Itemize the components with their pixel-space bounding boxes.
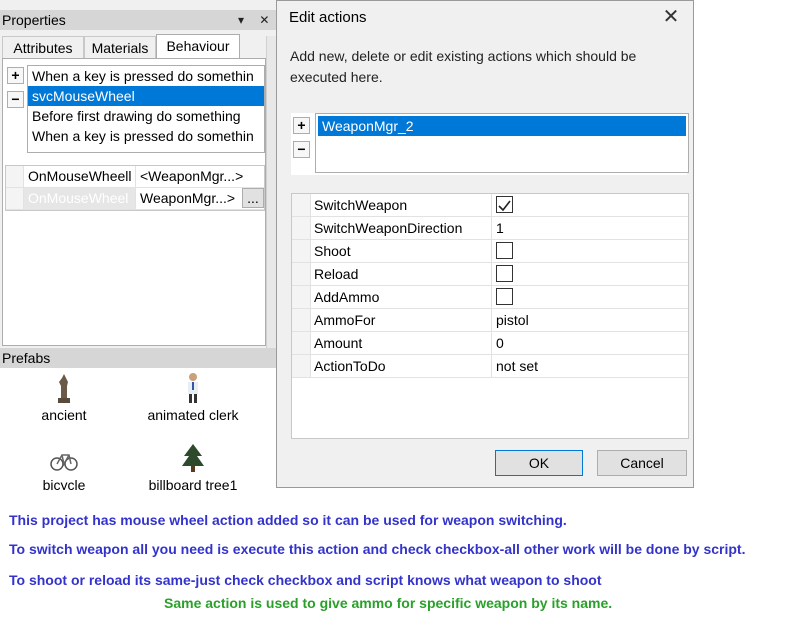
param-value-cell (492, 194, 688, 216)
tree-icon (182, 444, 204, 472)
properties-title: Properties (2, 12, 66, 28)
close-icon[interactable]: ✕ (659, 5, 683, 29)
tab-behaviour[interactable]: Behaviour (156, 34, 240, 58)
event-name: OnMouseWheel (24, 188, 136, 209)
param-value[interactable]: pistol (492, 309, 688, 331)
tab-attributes[interactable]: Attributes (2, 36, 84, 58)
param-checkbox[interactable] (496, 288, 513, 305)
remove-action-button[interactable]: − (293, 141, 310, 158)
ok-button[interactable]: OK (495, 450, 583, 476)
event-value[interactable]: <WeaponMgr...> (136, 166, 264, 187)
properties-panel: Properties ▾ ✕ Attributes Materials Beha… (0, 0, 276, 490)
param-name: Reload (310, 263, 492, 285)
prefab-item[interactable]: billboard tree1 (138, 442, 248, 490)
annotation-text: This project has mouse wheel action adde… (9, 512, 567, 528)
param-checkbox[interactable] (496, 265, 513, 282)
list-item[interactable]: When a key is pressed do somethin (28, 126, 264, 146)
param-name: SwitchWeaponDirection (310, 217, 492, 239)
table-row[interactable]: Reload (292, 263, 688, 286)
prefabs-list: ancient animated clerk bicycle billboard… (0, 368, 276, 490)
param-name: ActionToDo (310, 355, 492, 377)
param-value[interactable]: 0 (492, 332, 688, 354)
event-value[interactable]: WeaponMgr...> (136, 188, 242, 209)
table-row[interactable]: ActionToDo not set (292, 355, 688, 378)
add-behaviour-button[interactable]: + (7, 67, 24, 84)
table-row[interactable]: AmmoFor pistol (292, 309, 688, 332)
table-row[interactable]: SwitchWeaponDirection 1 (292, 217, 688, 240)
panel-header-buttons[interactable]: ▾ ✕ (238, 10, 275, 30)
annotation-text: To switch weapon all you need is execute… (9, 541, 746, 557)
remove-behaviour-button[interactable]: − (7, 91, 24, 108)
param-value[interactable]: not set (492, 355, 688, 377)
browse-button[interactable]: ... (242, 188, 264, 208)
row-header (6, 188, 24, 209)
action-params-grid: SwitchWeapon SwitchWeaponDirection 1 Shoot R… (291, 193, 689, 439)
param-name: SwitchWeapon (310, 194, 492, 216)
table-row[interactable]: OnMouseWheell <WeaponMgr...> (6, 166, 264, 188)
statue-icon (58, 374, 70, 403)
param-name: Amount (310, 332, 492, 354)
prefab-item[interactable]: ancient (24, 372, 104, 423)
tab-materials[interactable]: Materials (84, 36, 156, 58)
add-action-button[interactable]: + (293, 117, 310, 134)
param-value-cell (492, 263, 688, 285)
prefabs-title: Prefabs (2, 350, 51, 366)
table-row[interactable]: Shoot (292, 240, 688, 263)
param-name: AddAmmo (310, 286, 492, 308)
list-item[interactable]: svcMouseWheel (28, 86, 264, 106)
prefab-item[interactable]: animated clerk (138, 372, 248, 423)
row-header (6, 166, 24, 187)
prefab-label: billboard tree1 (148, 477, 238, 490)
prefabs-header: Prefabs (0, 348, 276, 368)
event-name: OnMouseWheell (24, 166, 136, 187)
annotation-text: To shoot or reload its same-just check c… (9, 572, 602, 588)
list-item[interactable]: When a key is pressed do somethin (28, 66, 264, 86)
person-icon (188, 373, 198, 403)
dialog-title: Edit actions (289, 9, 367, 26)
table-row[interactable]: AddAmmo (292, 286, 688, 309)
table-row[interactable]: SwitchWeapon (292, 194, 688, 217)
behaviour-list: When a key is pressed do somethin svcMou… (27, 65, 265, 153)
param-name: Shoot (310, 240, 492, 262)
actions-area: + − WeaponMgr_2 (291, 113, 689, 175)
behaviour-tab-content: + − When a key is pressed do somethin sv… (2, 58, 266, 346)
list-item[interactable]: Before first drawing do something (28, 106, 264, 126)
prefab-label: animated clerk (147, 407, 239, 423)
param-checkbox[interactable] (496, 196, 513, 213)
dialog-description: Add new, delete or edit existing actions… (290, 48, 637, 85)
table-row[interactable]: Amount 0 (292, 332, 688, 355)
param-value-cell (492, 240, 688, 262)
edit-actions-dialog: Edit actions ✕ Add new, delete or edit e… (276, 0, 694, 488)
table-row[interactable]: OnMouseWheel WeaponMgr...> ... (6, 188, 264, 210)
event-grid: OnMouseWheell <WeaponMgr...> OnMouseWhee… (5, 165, 265, 211)
annotation-text: Same action is used to give ammo for spe… (164, 595, 613, 611)
prefab-item[interactable]: bicycle (24, 444, 104, 490)
param-value[interactable]: 1 (492, 217, 688, 239)
check-icon (498, 200, 511, 212)
prefab-label: ancient (41, 407, 87, 423)
cancel-button[interactable]: Cancel (597, 450, 687, 476)
param-name: AmmoFor (310, 309, 492, 331)
prefab-label: bicycle (42, 477, 86, 490)
bicycle-icon (50, 454, 78, 471)
actions-list: WeaponMgr_2 (315, 113, 689, 173)
param-checkbox[interactable] (496, 242, 513, 259)
param-value-cell (492, 286, 688, 308)
list-item[interactable]: WeaponMgr_2 (318, 116, 686, 136)
properties-scrollbar[interactable] (266, 36, 276, 348)
properties-header: Properties ▾ ✕ (0, 10, 276, 30)
